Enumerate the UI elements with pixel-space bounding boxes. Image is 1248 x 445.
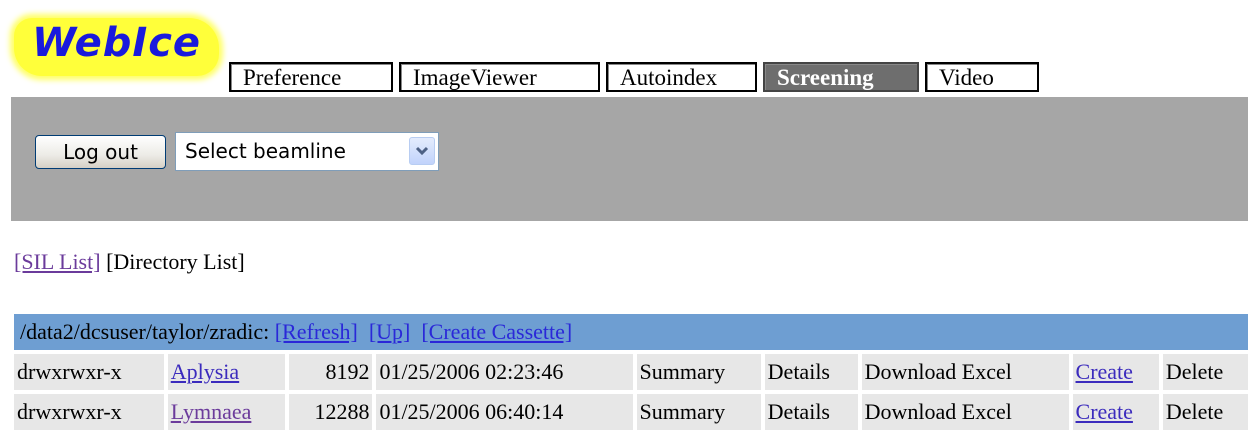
size-cell: 8192 [289, 354, 377, 390]
table-row: drwxrwxr-x Aplysia 8192 01/25/2006 02:23… [14, 354, 1248, 390]
up-link[interactable]: [Up] [369, 319, 411, 344]
folder-name-cell: Aplysia [167, 354, 290, 390]
list-nav: [SIL List] [Directory List] [14, 249, 245, 275]
permissions-cell: drwxrwxr-x [14, 394, 168, 430]
directory-list-label: [Directory List] [106, 249, 245, 274]
tab-video[interactable]: Video [925, 62, 1039, 92]
create-cassette-link[interactable]: [Create Cassette] [421, 319, 572, 344]
permissions-cell: drwxrwxr-x [14, 354, 168, 390]
size-cell: 12288 [289, 394, 377, 430]
tab-autoindex[interactable]: Autoindex [606, 62, 757, 92]
create-cell: Create [1072, 394, 1163, 430]
beamline-select[interactable]: Select beamline [175, 132, 439, 171]
details-cell: Details [764, 394, 862, 430]
directory-table: /data2/dcsuser/taylor/zradic: [Refresh] … [14, 310, 1248, 434]
delete-cell: Delete [1162, 354, 1248, 390]
datetime-cell: 01/25/2006 02:23:46 [376, 354, 637, 390]
webice-logo: WebIce [14, 12, 219, 80]
summary-cell: Summary [636, 354, 765, 390]
folder-link-aplysia[interactable]: Aplysia [171, 359, 239, 384]
create-cell: Create [1072, 354, 1163, 390]
toolbar: Log out Select beamline [11, 97, 1248, 221]
tab-imageviewer[interactable]: ImageViewer [399, 62, 600, 92]
dropdown-arrow-button[interactable] [409, 137, 435, 165]
chevron-down-icon [415, 146, 429, 156]
summary-cell: Summary [636, 394, 765, 430]
sil-list-link[interactable]: [SIL List] [14, 249, 101, 274]
main-tabs: Preference ImageViewer Autoindex Screeni… [229, 62, 1045, 96]
tab-preference[interactable]: Preference [229, 62, 393, 92]
directory-header-row: /data2/dcsuser/taylor/zradic: [Refresh] … [14, 314, 1248, 350]
directory-path: /data2/dcsuser/taylor/zradic: [20, 319, 270, 344]
folder-link-lymnaea[interactable]: Lymnaea [171, 399, 252, 424]
download-excel-cell: Download Excel [861, 394, 1073, 430]
logout-button[interactable]: Log out [35, 135, 166, 169]
download-excel-cell: Download Excel [861, 354, 1073, 390]
table-row: drwxrwxr-x Lymnaea 12288 01/25/2006 06:4… [14, 394, 1248, 430]
beamline-select-value: Select beamline [185, 139, 346, 163]
tab-screening[interactable]: Screening [763, 62, 919, 92]
logo-text: WebIce [32, 20, 202, 66]
details-cell: Details [764, 354, 862, 390]
directory-header-cell: /data2/dcsuser/taylor/zradic: [Refresh] … [14, 314, 1248, 350]
refresh-link[interactable]: [Refresh] [275, 319, 358, 344]
create-link[interactable]: Create [1076, 399, 1133, 424]
datetime-cell: 01/25/2006 06:40:14 [376, 394, 637, 430]
folder-name-cell: Lymnaea [167, 394, 290, 430]
delete-cell: Delete [1162, 394, 1248, 430]
create-link[interactable]: Create [1076, 359, 1133, 384]
